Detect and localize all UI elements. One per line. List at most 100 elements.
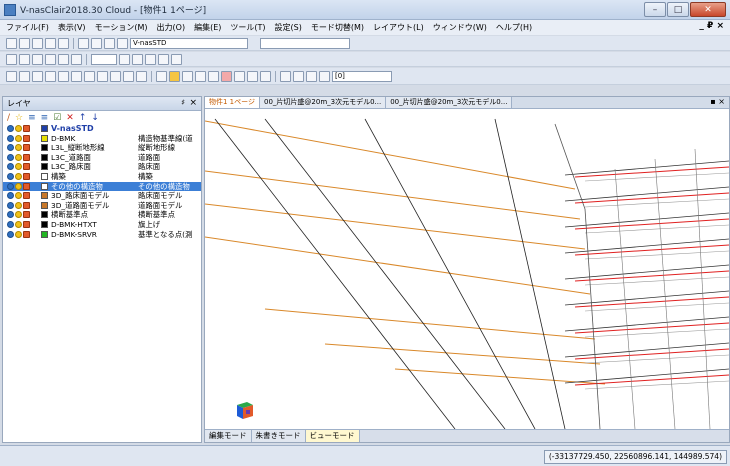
view-iso-icon[interactable] — [45, 70, 56, 82]
close-button[interactable]: ✕ — [690, 2, 726, 17]
shade-icon[interactable] — [136, 70, 147, 82]
pin-icon[interactable]: ♯ — [181, 98, 185, 107]
bulb-icon[interactable] — [104, 37, 115, 49]
zoom-icon[interactable] — [32, 53, 43, 65]
edit-lock-icon[interactable] — [23, 163, 30, 171]
model-icon[interactable] — [195, 70, 206, 82]
menu-output[interactable]: 出力(O) — [157, 22, 186, 33]
redline-mode-tab[interactable]: 朱書きモード — [251, 430, 306, 442]
bulb-icon[interactable] — [15, 153, 22, 161]
edit-lock-icon[interactable] — [23, 182, 30, 190]
layer-row[interactable]: 3D_道路面モデル 道路面モデル — [3, 201, 201, 211]
solid-icon[interactable] — [97, 70, 108, 82]
prev-page-icon[interactable] — [293, 70, 304, 82]
edit-lock-icon[interactable] — [23, 201, 30, 209]
section-icon[interactable] — [58, 70, 69, 82]
layer-color-swatch[interactable] — [41, 163, 48, 171]
visibility-icon[interactable] — [7, 172, 14, 180]
preview-icon[interactable] — [45, 37, 56, 49]
menu-layout[interactable]: レイアウト(L) — [373, 22, 424, 33]
layer-color-swatch[interactable] — [41, 220, 48, 228]
menu-settings[interactable]: 設定(S) — [275, 22, 302, 33]
snap-icon[interactable] — [132, 53, 143, 65]
view-side-icon[interactable] — [19, 70, 30, 82]
menu-motion[interactable]: モーション(M) — [95, 22, 148, 33]
pan-icon[interactable] — [45, 53, 56, 65]
check-layer-icon[interactable]: ☑ — [53, 113, 61, 123]
measure-icon[interactable] — [158, 53, 169, 65]
3d-viewport[interactable] — [205, 109, 729, 429]
bulb-icon[interactable] — [15, 192, 22, 200]
fly-icon[interactable] — [169, 70, 180, 82]
visibility-icon[interactable] — [7, 182, 14, 190]
layer-color-swatch[interactable] — [41, 172, 48, 180]
edit-lock-icon[interactable] — [23, 144, 30, 152]
delete-layer-icon[interactable]: ✕ — [66, 113, 74, 123]
layer-tool-icon[interactable] — [78, 37, 89, 49]
bulb-icon[interactable] — [15, 201, 22, 209]
edit-lock-icon[interactable] — [23, 134, 30, 142]
edit-lock-icon[interactable] — [23, 192, 30, 200]
bulb-icon[interactable] — [15, 220, 22, 228]
visibility-icon[interactable] — [7, 163, 14, 171]
layer-row[interactable]: D-BMK-HTXT 旗上げ — [3, 220, 201, 230]
visibility-icon[interactable] — [7, 125, 14, 132]
visibility-icon[interactable] — [7, 230, 14, 238]
edit-lock-icon[interactable] — [23, 211, 30, 219]
minimize-button[interactable]: – — [644, 2, 666, 17]
bulb-icon[interactable] — [15, 134, 22, 142]
tab-page-1[interactable]: 物件1 1ページ — [205, 97, 260, 108]
terrain-icon[interactable] — [208, 70, 219, 82]
edit-lock-icon[interactable] — [23, 220, 30, 228]
copy-layer-icon[interactable]: ≡ — [41, 113, 49, 123]
edit-lock-icon[interactable] — [23, 125, 30, 132]
color-combo[interactable] — [91, 53, 117, 65]
layer-color-swatch[interactable] — [41, 201, 48, 209]
line-type-combo[interactable] — [260, 37, 350, 49]
layer-color-swatch[interactable] — [41, 134, 48, 142]
ortho-icon[interactable] — [145, 53, 156, 65]
search-icon[interactable] — [91, 37, 102, 49]
save-icon[interactable] — [58, 37, 69, 49]
undo-icon[interactable] — [6, 53, 17, 65]
light-icon[interactable] — [123, 70, 134, 82]
layer-row[interactable]: その他の構造物 その他の構造物 — [3, 181, 201, 192]
visibility-icon[interactable] — [7, 201, 14, 209]
layer-row[interactable]: L3L_縦断地形線 縦断地形線 — [3, 143, 201, 153]
layer-row[interactable]: 横断基準点 横断基準点 — [3, 210, 201, 220]
add-layer-icon[interactable]: ≡ — [28, 113, 36, 123]
layer-color-swatch[interactable] — [41, 144, 48, 152]
bulb-icon[interactable] — [15, 163, 22, 171]
layer-row[interactable]: D-BMK-SRVR 基準となる点(測 — [3, 230, 201, 240]
visibility-icon[interactable] — [7, 134, 14, 142]
triangle-icon[interactable] — [221, 70, 232, 82]
layer-color-swatch[interactable] — [41, 125, 48, 132]
menu-file[interactable]: ファイル(F) — [6, 22, 49, 33]
edit-lock-icon[interactable] — [23, 153, 30, 161]
bulb-icon[interactable] — [15, 182, 22, 190]
layer-combo[interactable]: V-nasSTD — [130, 37, 248, 49]
layer-row[interactable]: 3D_路床面モデル 路床面モデル — [3, 191, 201, 201]
menu-edit[interactable]: 編集(E) — [194, 22, 221, 33]
profile-icon[interactable] — [71, 70, 82, 82]
palette-icon[interactable] — [247, 70, 258, 82]
orbit-icon[interactable] — [182, 70, 193, 82]
star-layer-icon[interactable]: ☆ — [15, 113, 23, 123]
move-down-icon[interactable]: ↓ — [91, 113, 99, 123]
chart-icon[interactable] — [280, 70, 291, 82]
page-field[interactable]: [0] — [332, 70, 392, 82]
wire-icon[interactable] — [84, 70, 95, 82]
menu-window[interactable]: ウィンドウ(W) — [433, 22, 487, 33]
layer-row[interactable]: D-BMK 構造物基準線(道 — [3, 134, 201, 144]
new-icon[interactable] — [6, 37, 17, 49]
maximize-button[interactable]: □ — [667, 2, 689, 17]
lock-icon[interactable] — [117, 37, 128, 49]
fit-icon[interactable] — [58, 53, 69, 65]
layer-row[interactable]: 構築 構築 — [3, 172, 201, 182]
visibility-icon[interactable] — [7, 153, 14, 161]
bulb-icon[interactable] — [15, 230, 22, 238]
print-icon[interactable] — [32, 37, 43, 49]
close-panel-icon[interactable]: × — [189, 98, 197, 108]
edit-lock-icon[interactable] — [23, 230, 30, 238]
layer-color-swatch[interactable] — [41, 230, 48, 238]
